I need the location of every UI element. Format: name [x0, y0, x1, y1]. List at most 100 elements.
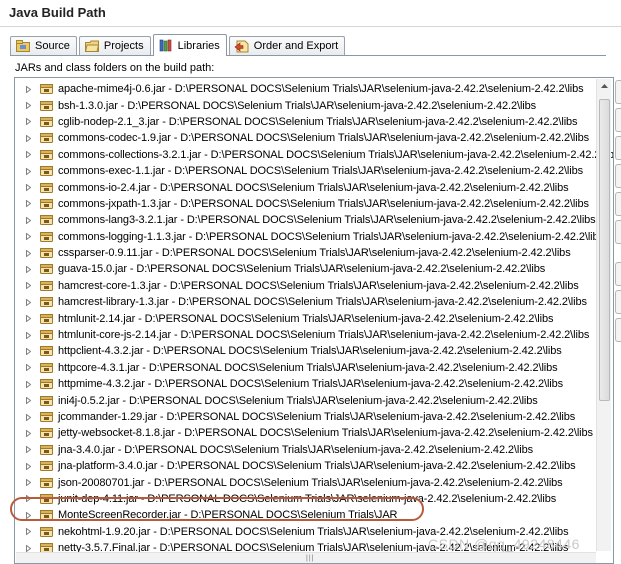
- tab-projects[interactable]: Projects: [78, 36, 151, 55]
- jar-list-item[interactable]: hamcrest-core-1.3.jar - D:\PERSONAL DOCS…: [15, 278, 613, 294]
- expand-arrow-icon[interactable]: [26, 216, 36, 224]
- jar-item-label: commons-codec-1.9.jar - D:\PERSONAL DOCS…: [58, 132, 590, 145]
- expand-arrow-icon[interactable]: [26, 544, 36, 552]
- side-button-add-library[interactable]: [615, 164, 621, 188]
- jar-list-item[interactable]: httpclient-4.3.2.jar - D:\PERSONAL DOCS\…: [15, 343, 613, 359]
- expand-arrow-icon[interactable]: [26, 495, 36, 503]
- side-button-add-class-folder[interactable]: [615, 192, 621, 216]
- jar-file-icon: [40, 198, 53, 210]
- expand-arrow-icon[interactable]: [26, 347, 36, 355]
- scroll-up-icon[interactable]: [597, 79, 611, 93]
- expand-arrow-icon[interactable]: [26, 380, 36, 388]
- jar-item-label: MonteScreenRecorder.jar - D:\PERSONAL DO…: [58, 509, 398, 522]
- side-button-migrate[interactable]: [615, 318, 621, 342]
- jar-file-icon: [40, 182, 53, 194]
- expand-arrow-icon[interactable]: [26, 462, 36, 470]
- jar-item-label: hamcrest-library-1.3.jar - D:\PERSONAL D…: [58, 296, 587, 309]
- jar-list-item[interactable]: jna-3.4.0.jar - D:\PERSONAL DOCS\Seleniu…: [15, 442, 613, 458]
- expand-arrow-icon[interactable]: [26, 265, 36, 273]
- scroll-thumb[interactable]: [599, 99, 610, 401]
- jar-list-item[interactable]: bsh-1.3.0.jar - D:\PERSONAL DOCS\Seleniu…: [15, 97, 613, 113]
- expand-arrow-icon[interactable]: [26, 282, 36, 290]
- jar-item-label: htmlunit-core-js-2.14.jar - D:\PERSONAL …: [58, 329, 590, 342]
- jar-file-icon: [40, 280, 53, 292]
- jar-list-item[interactable]: commons-lang3-3.2.1.jar - D:\PERSONAL DO…: [15, 212, 613, 228]
- jar-list-item[interactable]: htmlunit-core-js-2.14.jar - D:\PERSONAL …: [15, 327, 613, 343]
- jar-list-item[interactable]: commons-collections-3.2.1.jar - D:\PERSO…: [15, 147, 613, 163]
- side-button-remove[interactable]: [615, 290, 621, 314]
- jar-item-label: bsh-1.3.0.jar - D:\PERSONAL DOCS\Seleniu…: [58, 99, 537, 112]
- side-button-add-jars[interactable]: [615, 80, 621, 104]
- side-button-add-external-jars[interactable]: [615, 108, 621, 132]
- jar-item-label: json-20080701.jar - D:\PERSONAL DOCS\Sel…: [58, 476, 563, 489]
- jar-list-item[interactable]: jcommander-1.29.jar - D:\PERSONAL DOCS\S…: [15, 409, 613, 425]
- jar-file-icon: [40, 444, 53, 456]
- jar-list-item[interactable]: apache-mime4j-0.6.jar - D:\PERSONAL DOCS…: [15, 81, 613, 97]
- jar-item-label: guava-15.0.jar - D:\PERSONAL DOCS\Seleni…: [58, 263, 546, 276]
- jar-file-icon: [40, 296, 53, 308]
- jar-list-item[interactable]: jetty-websocket-8.1.8.jar - D:\PERSONAL …: [15, 425, 613, 441]
- side-button-edit[interactable]: [615, 262, 621, 286]
- expand-arrow-icon[interactable]: [26, 397, 36, 405]
- jar-list-item[interactable]: json-20080701.jar - D:\PERSONAL DOCS\Sel…: [15, 474, 613, 490]
- jar-item-label: ini4j-0.5.2.jar - D:\PERSONAL DOCS\Selen…: [58, 394, 538, 407]
- jar-file-icon: [40, 263, 53, 275]
- expand-arrow-icon[interactable]: [26, 331, 36, 339]
- scroll-grip-icon: |||: [306, 555, 315, 562]
- tab-libraries[interactable]: Libraries: [152, 34, 227, 56]
- jar-list-item[interactable]: hamcrest-library-1.3.jar - D:\PERSONAL D…: [15, 294, 613, 310]
- jar-file-icon: [40, 132, 53, 144]
- jar-list-item[interactable]: commons-exec-1.1.jar - D:\PERSONAL DOCS\…: [15, 163, 613, 179]
- expand-arrow-icon[interactable]: [26, 479, 36, 487]
- expand-arrow-icon[interactable]: [26, 200, 36, 208]
- expand-arrow-icon[interactable]: [26, 249, 36, 257]
- jar-list-item[interactable]: junit-dep-4.11.jar - D:\PERSONAL DOCS\Se…: [15, 491, 613, 507]
- expand-arrow-icon[interactable]: [26, 102, 36, 110]
- expand-arrow-icon[interactable]: [26, 429, 36, 437]
- expand-arrow-icon[interactable]: [26, 511, 36, 519]
- expand-arrow-icon[interactable]: [26, 364, 36, 372]
- jar-list-item[interactable]: cssparser-0.9.11.jar - D:\PERSONAL DOCS\…: [15, 245, 613, 261]
- tab-order-and-export-label: Order and Export: [253, 40, 339, 52]
- jar-file-icon: [40, 427, 53, 439]
- jar-list-item[interactable]: cglib-nodep-2.1_3.jar - D:\PERSONAL DOCS…: [15, 114, 613, 130]
- tab-source[interactable]: Source: [10, 36, 77, 55]
- tab-divider: [10, 55, 606, 56]
- horizontal-scrollbar[interactable]: |||: [16, 552, 596, 563]
- expand-arrow-icon[interactable]: [26, 85, 36, 93]
- jar-file-icon: [40, 378, 53, 390]
- jar-item-label: httpmime-4.3.2.jar - D:\PERSONAL DOCS\Se…: [58, 378, 564, 391]
- expand-arrow-icon[interactable]: [26, 298, 36, 306]
- vertical-scrollbar[interactable]: [596, 79, 611, 551]
- side-button-add-external-class-folder[interactable]: [615, 220, 621, 244]
- expand-arrow-icon[interactable]: [26, 134, 36, 142]
- jar-file-icon: [40, 362, 53, 374]
- jar-file-icon: [40, 395, 53, 407]
- jar-list-item[interactable]: MonteScreenRecorder.jar - D:\PERSONAL DO…: [15, 507, 613, 523]
- jar-list-item[interactable]: commons-codec-1.9.jar - D:\PERSONAL DOCS…: [15, 130, 613, 146]
- jar-file-icon: [40, 411, 53, 423]
- expand-arrow-icon[interactable]: [26, 151, 36, 159]
- side-button-add-variable[interactable]: [615, 136, 621, 160]
- jar-list-item[interactable]: commons-jxpath-1.3.jar - D:\PERSONAL DOC…: [15, 196, 613, 212]
- expand-arrow-icon[interactable]: [26, 167, 36, 175]
- source-folder-icon: [15, 39, 31, 53]
- jar-list-item[interactable]: httpcore-4.3.1.jar - D:\PERSONAL DOCS\Se…: [15, 360, 613, 376]
- expand-arrow-icon[interactable]: [26, 118, 36, 126]
- jar-item-label: htmlunit-2.14.jar - D:\PERSONAL DOCS\Sel…: [58, 312, 554, 325]
- jar-list[interactable]: apache-mime4j-0.6.jar - D:\PERSONAL DOCS…: [14, 77, 614, 564]
- expand-arrow-icon[interactable]: [26, 233, 36, 241]
- tab-order-and-export[interactable]: Order and Export: [228, 36, 346, 55]
- jar-list-item[interactable]: guava-15.0.jar - D:\PERSONAL DOCS\Seleni…: [15, 261, 613, 277]
- expand-arrow-icon[interactable]: [26, 413, 36, 421]
- jar-list-item[interactable]: jna-platform-3.4.0.jar - D:\PERSONAL DOC…: [15, 458, 613, 474]
- jar-list-item[interactable]: htmlunit-2.14.jar - D:\PERSONAL DOCS\Sel…: [15, 310, 613, 326]
- expand-arrow-icon[interactable]: [26, 446, 36, 454]
- jar-list-item[interactable]: ini4j-0.5.2.jar - D:\PERSONAL DOCS\Selen…: [15, 392, 613, 408]
- expand-arrow-icon[interactable]: [26, 528, 36, 536]
- jar-list-item[interactable]: httpmime-4.3.2.jar - D:\PERSONAL DOCS\Se…: [15, 376, 613, 392]
- jar-list-item[interactable]: commons-logging-1.1.3.jar - D:\PERSONAL …: [15, 229, 613, 245]
- jar-list-item[interactable]: commons-io-2.4.jar - D:\PERSONAL DOCS\Se…: [15, 179, 613, 195]
- expand-arrow-icon[interactable]: [26, 184, 36, 192]
- expand-arrow-icon[interactable]: [26, 315, 36, 323]
